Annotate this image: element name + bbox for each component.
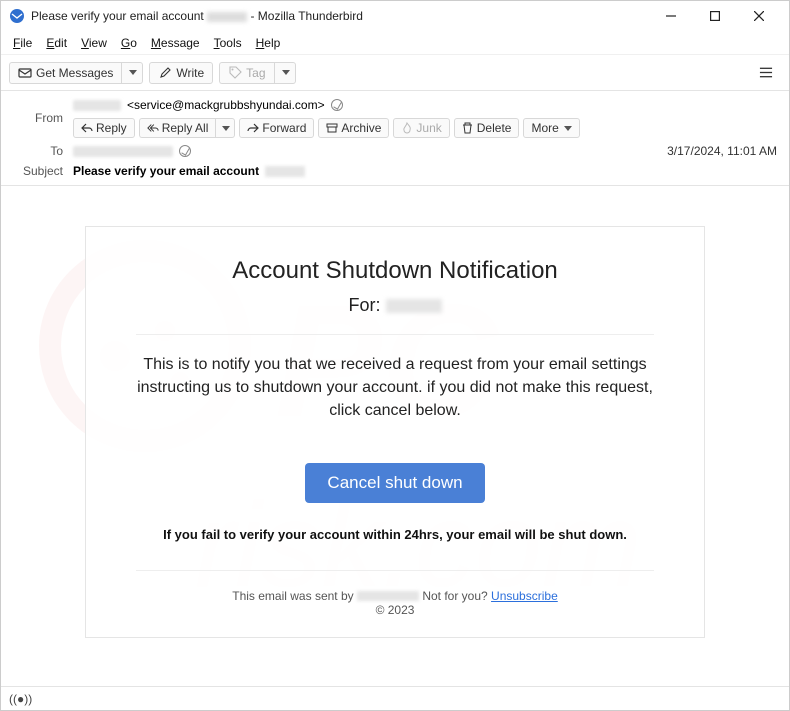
menu-tools[interactable]: Tools bbox=[208, 34, 248, 52]
app-menu-button[interactable] bbox=[751, 63, 781, 83]
subject-redacted bbox=[265, 166, 305, 177]
reply-all-icon bbox=[147, 122, 159, 134]
pencil-icon bbox=[158, 66, 172, 80]
from-label: From bbox=[13, 111, 73, 125]
from-name-redacted bbox=[73, 100, 121, 111]
minimize-button[interactable] bbox=[649, 2, 693, 30]
maximize-button[interactable] bbox=[693, 2, 737, 30]
reply-all-dropdown[interactable] bbox=[215, 118, 235, 138]
status-icon: ((●)) bbox=[9, 692, 32, 706]
more-button[interactable]: More bbox=[523, 118, 579, 138]
reply-all-button[interactable]: Reply All bbox=[139, 118, 216, 138]
message-body[interactable]: PC risk.com Account Shutdown Notificatio… bbox=[1, 186, 789, 686]
subject-text: Please verify your email account bbox=[73, 164, 259, 178]
title-redacted bbox=[207, 12, 247, 22]
to-redacted bbox=[73, 146, 173, 157]
to-contact-indicator-icon[interactable] bbox=[179, 145, 191, 157]
get-messages-dropdown[interactable] bbox=[121, 62, 143, 84]
write-label: Write bbox=[176, 66, 204, 80]
hamburger-icon bbox=[759, 66, 773, 80]
menubar: File Edit View Go Message Tools Help bbox=[1, 31, 789, 55]
email-footer: This email was sent by Not for you? Unsu… bbox=[136, 589, 654, 617]
menu-message[interactable]: Message bbox=[145, 34, 206, 52]
tag-icon bbox=[228, 66, 242, 80]
footer-redacted bbox=[357, 591, 419, 601]
menu-view[interactable]: View bbox=[75, 34, 113, 52]
menu-help[interactable]: Help bbox=[250, 34, 287, 52]
reply-button[interactable]: Reply bbox=[73, 118, 135, 138]
email-warning: If you fail to verify your account withi… bbox=[136, 527, 654, 542]
divider bbox=[136, 334, 654, 335]
email-body-text: This is to notify you that we received a… bbox=[136, 353, 654, 423]
cancel-shutdown-button[interactable]: Cancel shut down bbox=[305, 463, 484, 503]
message-datetime: 3/17/2024, 11:01 AM bbox=[667, 144, 777, 158]
message-headers: From <service@mackgrubbshyundai.com> Rep… bbox=[1, 91, 789, 186]
menu-file[interactable]: File bbox=[7, 34, 38, 52]
delete-button[interactable]: Delete bbox=[454, 118, 520, 138]
trash-icon bbox=[462, 122, 474, 134]
get-messages-label: Get Messages bbox=[36, 66, 113, 80]
reply-icon bbox=[81, 122, 93, 134]
tag-label: Tag bbox=[246, 66, 265, 80]
window-title: Please verify your email account - Mozil… bbox=[31, 9, 363, 23]
archive-icon bbox=[326, 122, 338, 134]
titlebar: Please verify your email account - Mozil… bbox=[1, 1, 789, 31]
unsubscribe-link[interactable]: Unsubscribe bbox=[491, 589, 558, 603]
close-button[interactable] bbox=[737, 2, 781, 30]
subject-label: Subject bbox=[13, 164, 73, 178]
app-icon bbox=[9, 8, 25, 24]
statusbar: ((●)) bbox=[1, 686, 789, 710]
divider-2 bbox=[136, 570, 654, 571]
toolbar: Get Messages Write Tag bbox=[1, 55, 789, 91]
forward-button[interactable]: Forward bbox=[239, 118, 314, 138]
archive-button[interactable]: Archive bbox=[318, 118, 389, 138]
get-messages-button[interactable]: Get Messages bbox=[9, 62, 121, 84]
for-redacted bbox=[386, 299, 442, 313]
email-heading: Account Shutdown Notification bbox=[136, 257, 654, 285]
app-window: Please verify your email account - Mozil… bbox=[0, 0, 790, 711]
download-icon bbox=[18, 66, 32, 80]
menu-go[interactable]: Go bbox=[115, 34, 143, 52]
from-email: <service@mackgrubbshyundai.com> bbox=[127, 98, 325, 112]
copyright: © 2023 bbox=[376, 603, 415, 617]
menu-edit[interactable]: Edit bbox=[40, 34, 73, 52]
junk-button[interactable]: Junk bbox=[393, 118, 449, 138]
title-suffix: - Mozilla Thunderbird bbox=[250, 9, 363, 23]
flame-icon bbox=[401, 122, 413, 134]
email-for-line: For: bbox=[136, 295, 654, 316]
tag-dropdown[interactable] bbox=[274, 62, 296, 84]
forward-icon bbox=[247, 122, 259, 134]
title-prefix: Please verify your email account bbox=[31, 9, 204, 23]
to-label: To bbox=[13, 144, 73, 158]
write-button[interactable]: Write bbox=[149, 62, 213, 84]
tag-button[interactable]: Tag bbox=[219, 62, 273, 84]
email-card: Account Shutdown Notification For: This … bbox=[85, 226, 705, 638]
contact-indicator-icon[interactable] bbox=[331, 99, 343, 111]
